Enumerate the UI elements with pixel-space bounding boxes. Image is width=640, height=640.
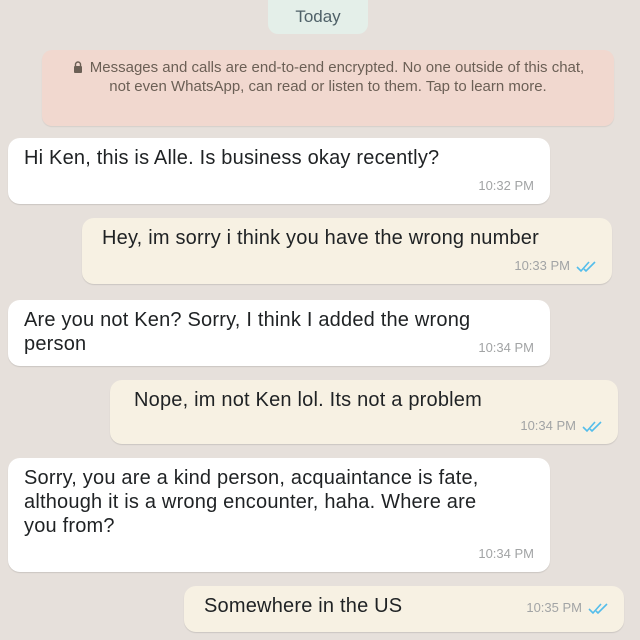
lock-icon bbox=[73, 61, 82, 73]
message-time: 10:32 PM bbox=[478, 178, 534, 193]
message-meta: 10:33 PM bbox=[514, 254, 598, 278]
message-meta: 10:34 PM bbox=[520, 414, 604, 438]
message-meta: 10:32 PM bbox=[478, 174, 534, 198]
message-text: Are you not Ken? Sorry, I think I added … bbox=[24, 309, 471, 355]
message-meta: 10:34 PM bbox=[478, 542, 534, 566]
message-time: 10:34 PM bbox=[478, 546, 534, 561]
message-text: Hi Ken, this is Alle. Is business okay r… bbox=[24, 147, 440, 169]
date-label: Today bbox=[295, 7, 341, 26]
chat-view: Today Messages and calls are end-to-end … bbox=[0, 0, 640, 640]
message-meta: 10:34 PM bbox=[478, 336, 534, 360]
message-bubble-incoming[interactable]: Hi Ken, this is Alle. Is business okay r… bbox=[8, 138, 550, 204]
message-bubble-incoming[interactable]: Sorry, you are a kind person, acquaintan… bbox=[8, 458, 550, 572]
message-text: Hey, im sorry i think you have the wrong… bbox=[102, 227, 539, 249]
double-check-icon bbox=[582, 421, 602, 433]
message-text: Sorry, you are a kind person, acquaintan… bbox=[24, 467, 479, 537]
double-check-icon bbox=[576, 261, 596, 273]
message-time: 10:34 PM bbox=[478, 340, 534, 355]
message-time: 10:33 PM bbox=[514, 258, 570, 273]
message-text: Nope, im not Ken lol. Its not a problem bbox=[134, 389, 482, 411]
message-time: 10:35 PM bbox=[526, 600, 582, 615]
message-time: 10:34 PM bbox=[520, 418, 576, 433]
message-meta: 10:35 PM bbox=[526, 596, 610, 620]
message-bubble-outgoing[interactable]: Hey, im sorry i think you have the wrong… bbox=[82, 218, 612, 284]
message-bubble-incoming[interactable]: Are you not Ken? Sorry, I think I added … bbox=[8, 300, 550, 366]
date-chip: Today bbox=[268, 0, 368, 34]
message-bubble-outgoing[interactable]: Nope, im not Ken lol. Its not a problem … bbox=[110, 380, 618, 444]
double-check-icon bbox=[588, 603, 608, 615]
message-bubble-outgoing[interactable]: Somewhere in the US 10:35 PM bbox=[184, 586, 624, 632]
encryption-notice[interactable]: Messages and calls are end-to-end encryp… bbox=[42, 50, 614, 126]
encryption-notice-text: Messages and calls are end-to-end encryp… bbox=[89, 59, 585, 95]
